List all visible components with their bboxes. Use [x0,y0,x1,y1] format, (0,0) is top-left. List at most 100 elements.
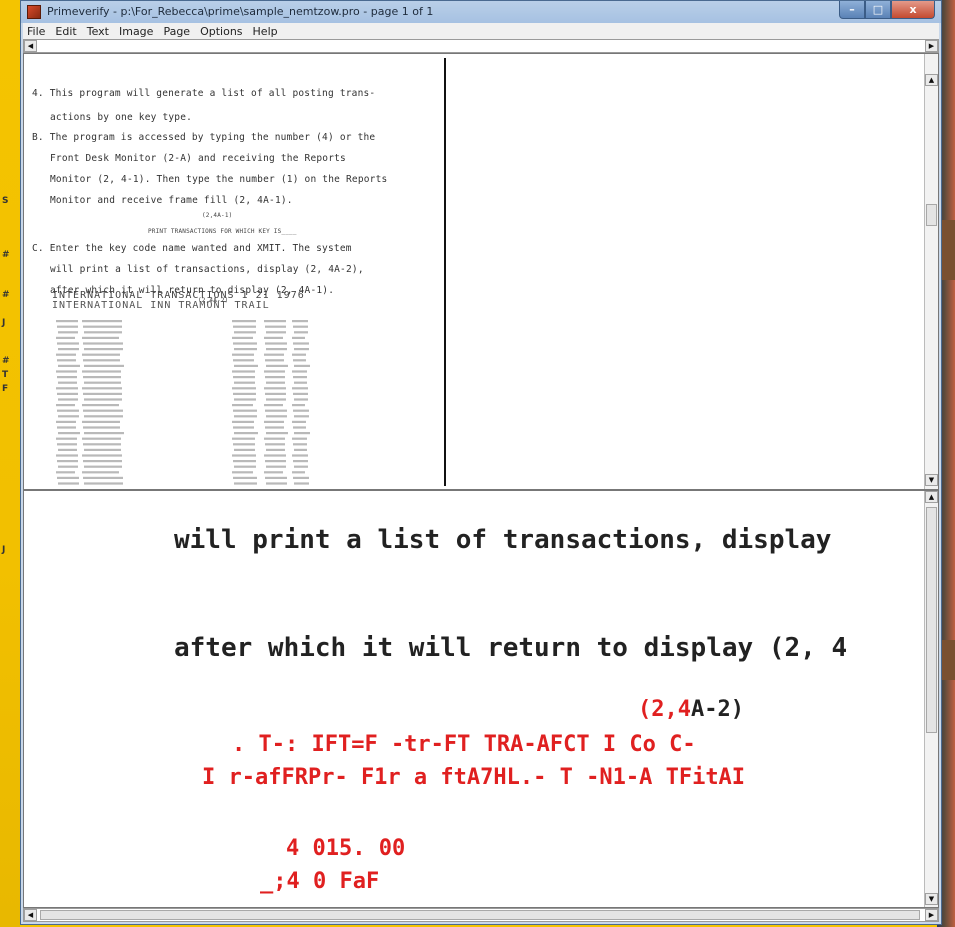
zoomed-text-line: (2,4A-2) [638,697,744,722]
scan-row-mark [266,432,288,435]
scroll-right-arrow-icon[interactable]: ▶ [925,40,938,52]
scan-row-mark [233,409,257,412]
scrollbar-thumb[interactable] [40,910,920,920]
scan-text-line: 4. This program will generate a list of … [32,88,376,99]
scan-row-mark [57,443,77,446]
scan-row-mark [294,482,309,485]
scan-row-mark [265,325,286,328]
scan-row-mark [293,443,307,446]
scan-row-mark [294,364,310,367]
scrollbar-thumb[interactable] [926,507,937,733]
scan-row-mark [264,454,286,457]
scrollbar-thumb[interactable] [926,204,937,226]
scan-row-mark [292,437,307,440]
scan-row-mark [82,454,122,457]
zoomed-text-line: 4 015. 00 [286,836,406,861]
scan-text-line: Front Desk Monitor (2-A) and receiving t… [50,153,346,164]
scan-row-mark [293,392,308,395]
desktop-fragment: # [2,290,10,300]
scan-text-line: B. The program is accessed by typing the… [32,132,376,143]
scan-row-mark [292,370,307,373]
scroll-down-arrow-icon[interactable]: ▼ [925,474,938,486]
desktop-shape [941,640,955,680]
zoomed-text-line: will print a list of transactions, displ… [174,525,832,555]
zoomed-text-line: I r-afFRPr- F1r a ftA7HL.- T -N1-A TFitA… [202,765,746,790]
scanned-transaction-table: INTERNATIONAL TRANSACTIONS 1 21 1976 INT… [52,290,392,486]
zoomed-text-line: . T-: IFT=F -tr-FT TRA-AFCT I Co C- [232,732,696,757]
top-vertical-scrollbar[interactable]: ▲ ▼ [924,54,938,489]
scan-text-line: Monitor (2, 4-1). Then type the number (… [50,174,388,185]
scan-row-mark [232,404,253,407]
top-horizontal-scrollbar[interactable]: ◀ ▶ [23,39,939,53]
menu-text[interactable]: Text [83,25,113,38]
scan-row-mark [265,359,284,362]
scan-row-mark [232,437,255,440]
menu-page[interactable]: Page [159,25,194,38]
app-icon[interactable] [27,5,41,19]
scan-row-mark [58,482,79,485]
scan-row-mark [83,443,121,446]
scan-row-mark [264,437,285,440]
scan-row-mark [232,454,256,457]
scroll-left-arrow-icon[interactable]: ◀ [24,909,37,921]
scan-row-mark [233,325,256,328]
scroll-up-arrow-icon[interactable]: ▲ [925,74,938,86]
bottom-vertical-scrollbar[interactable]: ▲ ▼ [924,491,938,907]
scanned-page-image[interactable]: 4. This program will generate a list of … [28,58,446,486]
scan-row-mark [232,387,256,390]
title-bar[interactable]: Primeverify - p:\For_Rebecca\prime\sampl… [21,1,941,23]
menu-image[interactable]: Image [115,25,157,38]
scan-row-mark [83,409,123,412]
page-image-pane[interactable]: 4. This program will generate a list of … [23,53,939,490]
scan-row-mark [293,460,308,463]
scan-row-mark [84,482,123,485]
scan-row-mark [264,387,286,390]
scan-text-line: C. Enter the key code name wanted and XM… [32,243,352,254]
minimize-button[interactable]: – [839,1,865,19]
bottom-horizontal-scrollbar[interactable]: ◀ ▶ [23,908,939,922]
scan-row-mark [266,415,287,418]
close-button[interactable]: x [891,1,935,19]
scan-text-line: (2,4A-1) [202,212,233,219]
desktop-fragment: # [2,250,10,260]
scan-row-mark [293,426,306,429]
scan-row-mark [57,409,79,412]
scan-row-mark [57,476,79,479]
scan-row-mark [232,420,254,423]
scan-row-mark [233,376,255,379]
scan-row-mark [58,465,78,468]
scan-row-mark [234,448,255,451]
scan-row-mark [233,476,257,479]
scroll-up-arrow-icon[interactable]: ▲ [925,491,938,503]
scan-row-mark [234,482,257,485]
scan-row-mark [58,364,80,367]
scroll-left-arrow-icon[interactable]: ◀ [24,40,37,52]
scan-row-mark [82,437,121,440]
scan-row-mark [84,465,122,468]
scan-row-mark [292,353,306,356]
zoom-text-span: A-2) [691,697,744,722]
scan-row-mark [264,353,284,356]
scan-row-mark [234,465,256,468]
scroll-down-arrow-icon[interactable]: ▼ [925,893,938,905]
scan-row-mark [83,392,122,395]
scan-row-mark [83,460,122,463]
maximize-button[interactable]: □ [865,1,891,19]
scan-row-mark [56,420,76,423]
zoomed-text-line: _;4 0 FaF [260,869,380,894]
scan-row-mark [264,320,286,323]
zoomed-text-pane[interactable]: will print a list of transactions, displ… [23,490,939,908]
scroll-right-arrow-icon[interactable]: ▶ [925,909,938,921]
menu-edit[interactable]: Edit [51,25,80,38]
window-title: Primeverify - p:\For_Rebecca\prime\sampl… [47,5,434,18]
scan-row-mark [265,460,286,463]
scan-row-mark [84,348,123,351]
desktop-background-left: S # # J # T F J [0,0,20,927]
scan-row-mark [265,342,287,345]
scan-row-mark [294,448,307,451]
menu-options[interactable]: Options [196,25,246,38]
desktop-fragment: F [2,384,9,394]
menu-file[interactable]: File [23,25,49,38]
scan-row-mark [264,471,283,474]
menu-help[interactable]: Help [249,25,282,38]
